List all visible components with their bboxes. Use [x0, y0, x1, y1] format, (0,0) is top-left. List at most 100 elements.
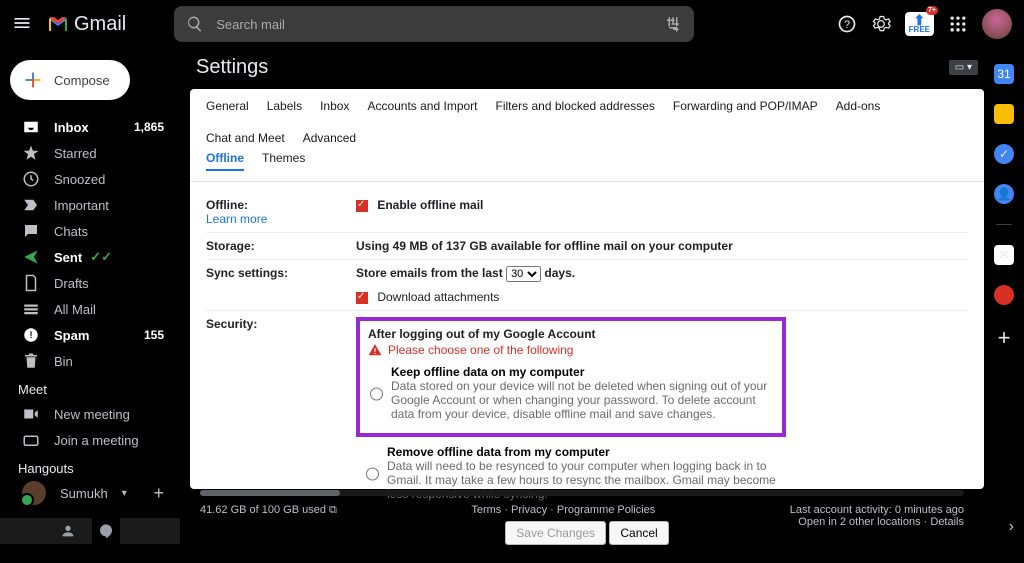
draft-icon: [22, 274, 40, 292]
gmail-text: Gmail: [74, 13, 126, 36]
settings-body: General Labels Inbox Accounts and Import Fil…: [190, 89, 984, 489]
folder-inbox[interactable]: Inbox1,865: [0, 114, 180, 140]
folder-starred[interactable]: Starred: [0, 140, 180, 166]
meet-section: Meet: [0, 374, 180, 401]
security-row: Security: After logging out of my Google…: [206, 311, 968, 513]
gmail-logo[interactable]: Gmail: [46, 12, 126, 36]
contacts-addon-icon[interactable]: 👤: [994, 184, 1014, 204]
settings-gear-icon[interactable]: [871, 14, 891, 34]
security-warning: Please choose one of the following: [368, 343, 774, 357]
sync-days-select[interactable]: 30: [506, 266, 541, 282]
footer-links[interactable]: Terms · Privacy · Programme Policies: [471, 504, 655, 516]
storage-row: Storage: Using 49 MB of 137 GB available…: [206, 233, 968, 260]
topbar-actions: ? ⬆ FREE 7+: [837, 9, 1012, 39]
sync-row: Sync settings: Store emails from the las…: [206, 260, 968, 311]
search-options-icon[interactable]: [664, 15, 682, 33]
keep-data-option[interactable]: Keep offline data on my computer Data st…: [368, 363, 774, 427]
settings-pane: Settings ▭ ▾ General Labels Inbox Accounts …: [190, 48, 984, 488]
hangouts-tab-icon[interactable]: [92, 518, 120, 544]
search-bar[interactable]: Search mail: [174, 6, 694, 42]
tab-filters-and-blocked-addresses[interactable]: Filters and blocked addresses: [496, 99, 655, 113]
divider: [996, 224, 1012, 225]
topbar: Gmail Search mail ? ⬆ FREE 7+: [0, 0, 1024, 48]
svg-text:!: !: [30, 330, 33, 340]
account-avatar[interactable]: [982, 9, 1012, 39]
compose-button[interactable]: Compose: [10, 60, 130, 100]
settings-title: Settings: [196, 56, 268, 79]
calendar-addon-icon[interactable]: 31: [994, 64, 1014, 84]
open-in-new-icon[interactable]: ⧉: [329, 504, 337, 516]
settings-header: Settings ▭ ▾: [190, 48, 984, 89]
tab-offline[interactable]: Offline: [206, 151, 244, 171]
video-icon: [22, 405, 40, 423]
settings-subtabs: Offline Themes: [190, 145, 984, 181]
footer-details-link[interactable]: Open in 2 other locations · Details: [798, 516, 964, 528]
allmail-icon: [22, 300, 40, 318]
left-sidebar: Compose Inbox1,865StarredSnoozedImportan…: [0, 48, 180, 544]
chat-footer: [0, 518, 180, 544]
join-meeting[interactable]: Join a meeting: [0, 427, 180, 453]
download-attachments-checkbox[interactable]: [356, 292, 368, 304]
spam-icon: !: [22, 326, 40, 344]
tab-accounts-and-import[interactable]: Accounts and Import: [367, 99, 477, 113]
inbox-icon: [22, 118, 40, 136]
important-icon: [22, 196, 40, 214]
clock-icon: [22, 170, 40, 188]
settings-tabs: General Labels Inbox Accounts and Import Fil…: [190, 89, 984, 145]
input-tools-icon[interactable]: ▭ ▾: [949, 60, 978, 75]
star-icon: [22, 144, 40, 162]
folder-list: Inbox1,865StarredSnoozedImportantChatsSe…: [0, 114, 180, 374]
learn-more-link[interactable]: Learn more: [206, 212, 356, 226]
folder-bin[interactable]: Bin: [0, 348, 180, 374]
free-badge[interactable]: ⬆ FREE 7+: [905, 12, 934, 36]
folder-all-mail[interactable]: All Mail: [0, 296, 180, 322]
apps-grid-icon[interactable]: [948, 14, 968, 34]
folder-chats[interactable]: Chats: [0, 218, 180, 244]
tab-advanced[interactable]: Advanced: [303, 131, 356, 145]
hangouts-avatar: [22, 481, 46, 505]
compose-plus-icon: [22, 69, 44, 91]
chat-icon: [22, 222, 40, 240]
folder-important[interactable]: Important: [0, 192, 180, 218]
hangouts-section: Hangouts: [0, 453, 180, 480]
hide-panel-icon[interactable]: ›: [1009, 518, 1014, 536]
keep-addon-icon[interactable]: [994, 104, 1014, 124]
sent-icon: [22, 248, 40, 266]
folder-sent[interactable]: Sent✓✓: [0, 244, 180, 270]
tab-labels[interactable]: Labels: [267, 99, 302, 113]
main-menu-icon[interactable]: [12, 13, 32, 36]
side-panel: 31 ✓ 👤 ✉ +: [984, 48, 1024, 544]
folder-snoozed[interactable]: Snoozed: [0, 166, 180, 192]
offline-row: Offline: Learn more Enable offline mail: [206, 192, 968, 233]
free-label: FREE: [909, 25, 930, 34]
compose-label: Compose: [54, 73, 110, 88]
bin-icon: [22, 352, 40, 370]
tab-inbox[interactable]: Inbox: [320, 99, 349, 113]
svg-text:?: ?: [844, 19, 850, 31]
tab-chat-and-meet[interactable]: Chat and Meet: [206, 131, 285, 145]
folder-drafts[interactable]: Drafts: [0, 270, 180, 296]
folder-spam[interactable]: !Spam155: [0, 322, 180, 348]
addon-icon-1[interactable]: ✉: [994, 245, 1014, 265]
hangouts-user[interactable]: Sumukh ▾ +: [0, 480, 180, 506]
addon-icon-2[interactable]: [994, 285, 1014, 305]
new-meeting[interactable]: New meeting: [0, 401, 180, 427]
search-placeholder: Search mail: [216, 17, 285, 32]
person-icon[interactable]: [60, 523, 76, 539]
enable-offline-checkbox[interactable]: [356, 200, 368, 212]
keyboard-icon: [22, 431, 40, 449]
horizontal-scrollbar[interactable]: [200, 490, 964, 496]
search-icon: [186, 15, 204, 33]
help-icon[interactable]: ?: [837, 14, 857, 34]
get-addons-icon[interactable]: +: [998, 325, 1011, 351]
keep-data-radio[interactable]: [370, 367, 383, 421]
tab-forwarding-and-pop-imap[interactable]: Forwarding and POP/IMAP: [673, 99, 818, 113]
hangouts-add-icon[interactable]: +: [153, 483, 164, 504]
tab-themes[interactable]: Themes: [262, 151, 305, 171]
security-highlight-box: After logging out of my Google Account P…: [356, 317, 786, 437]
warning-icon: [368, 343, 382, 357]
tab-add-ons[interactable]: Add-ons: [836, 99, 881, 113]
tasks-addon-icon[interactable]: ✓: [994, 144, 1014, 164]
footer: 41.62 GB of 100 GB used ⧉ Terms · Privac…: [180, 484, 984, 544]
tab-general[interactable]: General: [206, 99, 249, 113]
